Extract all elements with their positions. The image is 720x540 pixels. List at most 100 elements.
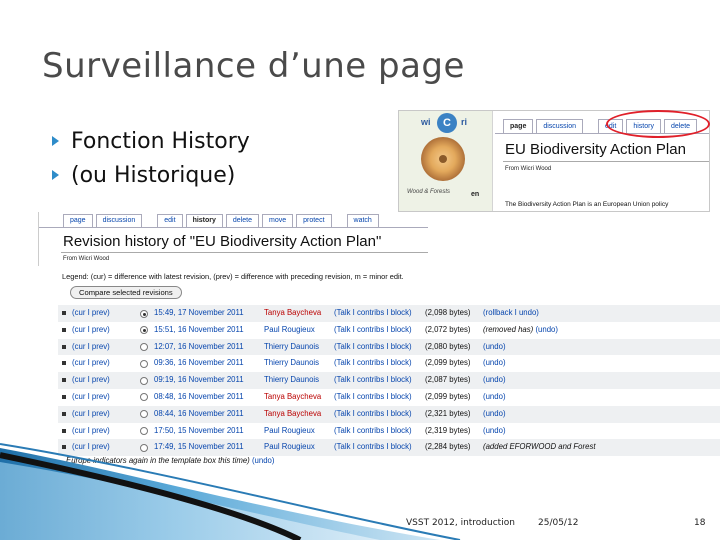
- bullet-text: (ou Historique): [71, 162, 236, 188]
- user-link[interactable]: Paul Rougieux: [264, 423, 315, 440]
- article-body: The Biodiversity Action Plan is an Europ…: [505, 201, 669, 208]
- revision-size: (2,099 bytes): [425, 358, 471, 368]
- tab-discussion[interactable]: discussion: [95, 214, 143, 227]
- tab-protect[interactable]: protect: [296, 214, 332, 227]
- user-link[interactable]: Paul Rougieux: [264, 322, 315, 339]
- revision-extra: (undo): [483, 423, 506, 440]
- revision-size: (2,080 bytes): [425, 341, 471, 351]
- cur-prev-links[interactable]: (cur I prev): [72, 389, 110, 406]
- user-tool-links[interactable]: (Talk I contribs I block): [334, 305, 412, 322]
- revision-radio[interactable]: [140, 309, 148, 318]
- cur-prev-links[interactable]: (cur I prev): [72, 305, 110, 322]
- tab-page[interactable]: page: [503, 119, 534, 133]
- revision-date-link[interactable]: 12:07, 16 November 2011: [154, 339, 244, 356]
- revision-radio[interactable]: [140, 410, 148, 419]
- user-tool-links[interactable]: (Talk I contribs I block): [334, 372, 412, 389]
- user-link[interactable]: Tanya Baycheva: [264, 389, 321, 406]
- logo-circle-icon: C: [437, 113, 457, 133]
- tab-edit[interactable]: edit: [157, 214, 183, 227]
- user-tool-links[interactable]: (Talk I contribs I block): [334, 339, 412, 356]
- title-divider: [61, 252, 428, 253]
- footer-swoosh: [0, 443, 461, 540]
- tab-history[interactable]: history: [185, 214, 223, 227]
- revision-date-link[interactable]: 15:49, 17 November 2011: [154, 305, 244, 322]
- compare-revisions-button[interactable]: Compare selected revisions: [70, 286, 182, 299]
- revision-action-links[interactable]: (undo): [535, 325, 558, 334]
- history-tabs: page discussion edit history delete move…: [63, 214, 379, 227]
- revision-action-links[interactable]: (undo): [483, 358, 506, 367]
- cur-prev-links[interactable]: (cur I prev): [72, 322, 110, 339]
- revision-date-link[interactable]: 09:36, 16 November 2011: [154, 355, 244, 372]
- user-tool-links[interactable]: (Talk I contribs I block): [334, 322, 412, 339]
- revision-date-link[interactable]: 17:50, 15 November 2011: [154, 423, 244, 440]
- revision-size: (2,319 bytes): [425, 425, 471, 435]
- user-tool-links[interactable]: (Talk I contribs I block): [334, 355, 412, 372]
- tab-page[interactable]: page: [63, 214, 93, 227]
- revision-radio[interactable]: [140, 359, 148, 368]
- bullet-square-icon: [62, 344, 66, 349]
- revision-radio[interactable]: [140, 376, 148, 385]
- user-link[interactable]: Thierry Daunois: [264, 355, 319, 372]
- revision-date-link[interactable]: 09:19, 16 November 2011: [154, 372, 244, 389]
- article-title: EU Biodiversity Action Plan: [505, 141, 686, 158]
- revision-radio[interactable]: [140, 326, 148, 335]
- bullet-square-icon: [62, 311, 66, 315]
- bullet-text: Fonction History: [71, 128, 250, 154]
- revision-size: (2,098 bytes): [425, 308, 471, 317]
- revision-radio[interactable]: [140, 427, 148, 436]
- revision-row: (cur I prev) 15:51, 16 November 2011 Paul …: [58, 322, 720, 339]
- user-link[interactable]: Tanya Baycheva: [264, 305, 321, 322]
- slide-number: 18: [694, 518, 706, 528]
- revision-size: (2,321 bytes): [425, 408, 471, 418]
- revision-action-links[interactable]: (rollback I undo): [483, 308, 539, 317]
- cur-prev-links[interactable]: (cur I prev): [72, 406, 110, 423]
- revision-row: (cur I prev) 09:19, 16 November 2011 Thier…: [58, 372, 720, 389]
- user-tool-links[interactable]: (Talk I contribs I block): [334, 389, 412, 406]
- revision-row: (cur I prev) 15:49, 17 November 2011 Tanya…: [58, 305, 720, 322]
- revision-extra: (undo): [483, 339, 506, 356]
- footer-date: 25/05/12: [538, 518, 579, 528]
- cur-prev-links[interactable]: (cur I prev): [72, 372, 110, 389]
- bullet-item: (ou Historique): [52, 158, 250, 192]
- revision-extra: (undo): [483, 355, 506, 372]
- user-tool-links[interactable]: (Talk I contribs I block): [334, 423, 412, 440]
- revision-action-links[interactable]: (undo): [483, 392, 506, 401]
- slide-title: Surveillance d’une page: [42, 46, 465, 86]
- revision-date-link[interactable]: 08:44, 16 November 2011: [154, 406, 244, 423]
- user-link[interactable]: Tanya Baycheva: [264, 406, 321, 423]
- tab-discussion[interactable]: discussion: [536, 119, 584, 133]
- bullet-item: Fonction History: [52, 124, 250, 158]
- bullet-square-icon: [62, 361, 66, 366]
- bullet-list: Fonction History (ou Historique): [52, 124, 250, 192]
- revision-extra: (undo): [483, 389, 506, 406]
- revision-radio[interactable]: [140, 343, 148, 352]
- tab-delete[interactable]: delete: [225, 214, 259, 227]
- revision-date-link[interactable]: 15:51, 16 November 2011: [154, 322, 244, 339]
- revision-action-links[interactable]: (undo): [483, 342, 506, 351]
- logo-caption: Wood & Forests: [407, 189, 451, 195]
- revision-radio[interactable]: [140, 393, 148, 402]
- cur-prev-links[interactable]: (cur I prev): [72, 355, 110, 372]
- tab-watch[interactable]: watch: [346, 214, 379, 227]
- user-link[interactable]: Thierry Daunois: [264, 372, 319, 389]
- highlight-oval: [606, 110, 710, 138]
- wicri-logo[interactable]: wi C ri Wood & Forests en: [399, 111, 493, 211]
- history-title: Revision history of "EU Biodiversity Act…: [63, 233, 382, 250]
- user-tool-links[interactable]: (Talk I contribs I block): [334, 406, 412, 423]
- history-legend: Legend: (cur) = difference with latest r…: [62, 272, 404, 281]
- tab-divider: [39, 227, 428, 228]
- revision-action-links[interactable]: (undo): [483, 426, 506, 435]
- bullet-square-icon: [62, 378, 66, 383]
- cur-prev-links[interactable]: (cur I prev): [72, 339, 110, 356]
- cur-prev-links[interactable]: (cur I prev): [72, 423, 110, 440]
- user-link[interactable]: Thierry Daunois: [264, 339, 319, 356]
- revision-action-links[interactable]: (undo): [483, 375, 506, 384]
- tab-move[interactable]: move: [261, 214, 294, 227]
- revision-action-links[interactable]: (undo): [483, 409, 506, 418]
- logo-text-left: wi: [421, 117, 431, 127]
- logo-language: en: [471, 191, 480, 198]
- history-source: From Wicri Wood: [63, 256, 110, 262]
- revision-row: (cur I prev) 08:44, 16 November 2011 Tanya…: [58, 405, 720, 423]
- revision-date-link[interactable]: 08:48, 16 November 2011: [154, 389, 244, 406]
- title-divider: [503, 161, 709, 162]
